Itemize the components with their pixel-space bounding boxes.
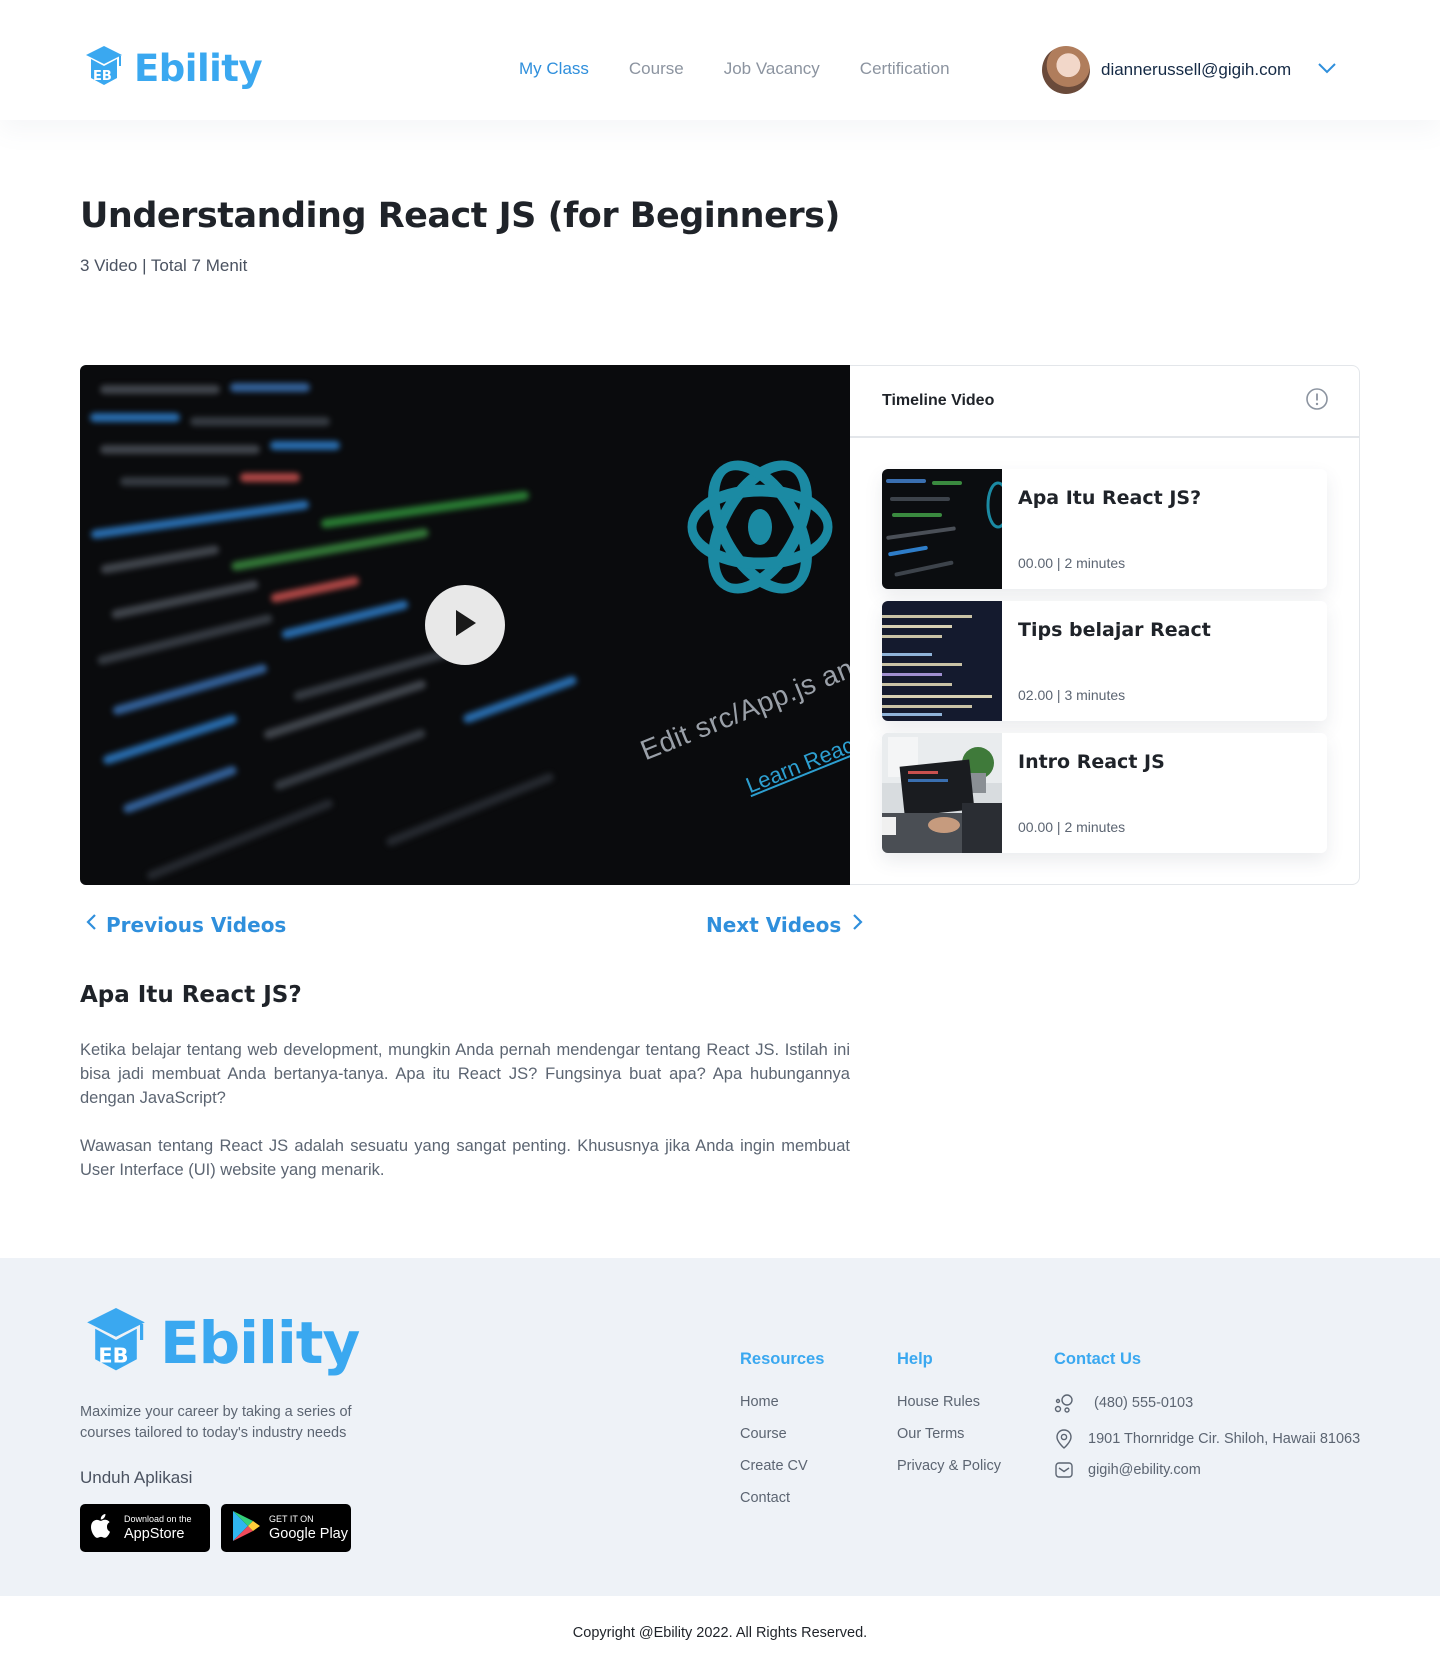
help-heading: Help (897, 1350, 933, 1368)
contact-address-text: 1901 Thornridge Cir. Shiloh, Hawaii 8106… (1088, 1431, 1361, 1447)
footer-logo[interactable]: EB Ebility (84, 1304, 360, 1381)
previous-videos-label: Previous Videos (106, 912, 287, 937)
next-videos-label: Next Videos (706, 912, 842, 937)
video-title: Tips belajar React (1018, 619, 1211, 641)
video-thumbnail (882, 469, 1002, 589)
video-player[interactable]: Edit src/App.js and save to Learn React (80, 365, 850, 885)
footer-link-house-rules[interactable]: House Rules (897, 1394, 980, 1410)
player-overlay-link: Learn React (742, 729, 850, 799)
page-title: Understanding React JS (for Beginners) (80, 196, 840, 236)
article-paragraph: Ketika belajar tentang web development, … (80, 1041, 850, 1107)
chevron-right-icon (847, 912, 867, 937)
brand-logo[interactable]: EB Ebility (84, 44, 263, 93)
footer: EB Ebility Maximize your career by takin… (0, 1258, 1440, 1596)
location-pin-icon (1056, 1429, 1072, 1449)
next-videos-link[interactable]: Next Videos (706, 912, 867, 937)
article-paragraph: Wawasan tentang React JS adalah sesuatu … (80, 1137, 850, 1179)
timeline-item[interactable]: Tips belajar React 02.00 | 3 minutes (882, 601, 1327, 721)
footer-link-create-cv[interactable]: Create CV (740, 1458, 808, 1474)
google-play-icon (231, 1510, 261, 1547)
footer-link-contact[interactable]: Contact (740, 1490, 790, 1506)
chevron-down-icon[interactable] (1317, 61, 1337, 79)
footer-link-home[interactable]: Home (740, 1394, 779, 1410)
appstore-small-text: Download on the (124, 1513, 192, 1524)
nav-job-vacancy[interactable]: Job Vacancy (724, 59, 820, 79)
play-button[interactable] (425, 585, 505, 665)
top-navbar: EB Ebility My Class Course Job Vacancy C… (0, 0, 1440, 120)
phone-icon (1054, 1394, 1073, 1413)
copyright: Copyright @Ebility 2022. All Rights Rese… (572, 1625, 868, 1641)
google-play-small-text: GET IT ON (269, 1513, 314, 1524)
contact-address: 1901 Thornridge Cir. Shiloh, Hawaii 8106… (1054, 1428, 1360, 1450)
graduation-cap-icon: EB (84, 44, 124, 93)
nav-certification[interactable]: Certification (860, 59, 950, 79)
timeline-title: Timeline Video (882, 392, 995, 409)
appstore-button[interactable]: Download on the AppStore (80, 1504, 210, 1552)
article-title: Apa Itu React JS? (80, 982, 302, 1008)
react-logo-icon (680, 387, 840, 692)
download-label: Unduh Aplikasi (80, 1468, 193, 1487)
appstore-text: Download on the AppStore (124, 1514, 192, 1543)
graduation-cap-icon: EB (84, 1304, 148, 1381)
google-play-big-text: Google Play (269, 1525, 348, 1542)
avatar (1042, 46, 1090, 94)
info-icon[interactable] (1305, 387, 1329, 416)
apple-icon (90, 1512, 114, 1545)
video-duration: 00.00 | 2 minutes (1018, 819, 1126, 835)
play-icon (452, 608, 478, 643)
google-play-text: GET IT ON Google Play (269, 1514, 348, 1543)
video-duration: 02.00 | 3 minutes (1018, 687, 1126, 703)
video-duration: 00.00 | 2 minutes (1018, 555, 1126, 571)
video-title: Apa Itu React JS? (1018, 487, 1202, 509)
footer-brand-name: Ebility (160, 1308, 360, 1377)
timeline-item[interactable]: Intro React JS 00.00 | 2 minutes (882, 733, 1327, 853)
mail-icon (1055, 1462, 1073, 1478)
nav-course[interactable]: Course (629, 59, 684, 79)
timeline-header: Timeline Video (850, 366, 1359, 438)
footer-link-our-terms[interactable]: Our Terms (897, 1426, 964, 1442)
main-nav: My Class Course Job Vacancy Certificatio… (519, 59, 990, 79)
course-meta: 3 Video | Total 7 Menit (80, 256, 248, 275)
video-thumbnail (882, 601, 1002, 721)
appstore-big-text: AppStore (124, 1525, 185, 1542)
resources-heading: Resources (740, 1350, 825, 1368)
contact-phone-text: (480) 555-0103 (1094, 1395, 1194, 1411)
previous-videos-link[interactable]: Previous Videos (82, 912, 286, 937)
brand-name: Ebility (134, 47, 263, 90)
google-play-button[interactable]: GET IT ON Google Play (221, 1504, 351, 1552)
nav-my-class[interactable]: My Class (519, 59, 589, 79)
timeline-item[interactable]: Apa Itu React JS? 00.00 | 2 minutes (882, 469, 1327, 589)
video-title: Intro React JS (1018, 751, 1165, 773)
user-menu[interactable]: diannerussell@gigih.com (1042, 46, 1337, 94)
contact-email-text: gigih@ebility.com (1088, 1462, 1201, 1478)
footer-link-course[interactable]: Course (740, 1426, 787, 1442)
video-thumbnail (882, 733, 1002, 853)
footer-tagline: Maximize your career by taking a series … (80, 1404, 352, 1441)
svg-text:EB: EB (98, 1343, 128, 1367)
svg-text:EB: EB (93, 69, 112, 84)
contact-email: gigih@ebility.com (1054, 1460, 1201, 1480)
contact-heading: Contact Us (1054, 1350, 1142, 1368)
footer-link-privacy-policy[interactable]: Privacy & Policy (897, 1458, 1001, 1474)
chevron-left-icon (82, 912, 102, 937)
timeline-panel: Timeline Video Apa Itu React JS? 00.00 |… (850, 365, 1360, 885)
user-email: diannerussell@gigih.com (1101, 60, 1292, 79)
contact-phone: (480) 555-0103 (1054, 1392, 1193, 1414)
